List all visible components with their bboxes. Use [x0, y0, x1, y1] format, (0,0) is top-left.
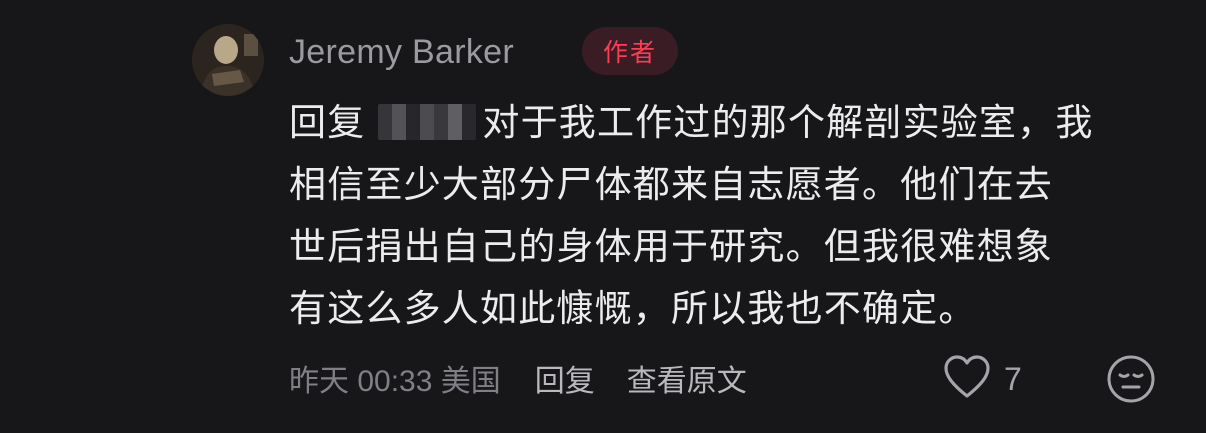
comment-footer: 昨天 00:33 美国 回复 查看原文 — [289, 354, 747, 402]
mention-username-redacted[interactable] — [378, 103, 477, 140]
comment-item: Jeremy Barker 作者 回复 对于我工作过的那个解剖实验室，我 相信至… — [0, 0, 1206, 433]
comment-line-2: 相信至少大部分尸体都来自志愿者。他们在去 — [289, 163, 1053, 206]
reply-prefix: 回复 — [289, 101, 366, 144]
reply-button[interactable]: 回复 — [535, 356, 595, 400]
comment-line-4: 有这么多人如此慷慨，所以我也不确定。 — [289, 287, 977, 330]
comment-text: 对于我工作过的那个解剖实验室，我 — [482, 101, 1094, 144]
comment-line-3: 世后捐出自己的身体用于研究。但我很难想象 — [289, 225, 1053, 268]
timestamp: 昨天 00:33 美国 — [289, 365, 501, 398]
avatar[interactable] — [192, 24, 264, 96]
like-count: 7 — [1004, 360, 1022, 397]
author-name[interactable]: Jeremy Barker — [289, 30, 514, 74]
view-original-button[interactable]: 查看原文 — [627, 356, 747, 400]
face-emoji-icon[interactable] — [1106, 354, 1156, 404]
comment-body: 回复 对于我工作过的那个解剖实验室，我 相信至少大部分尸体都来自志愿者。他们在去… — [289, 92, 1179, 340]
like-button[interactable]: 7 — [942, 352, 1022, 406]
author-badge: 作者 — [582, 27, 678, 75]
comment-line-1: 回复 对于我工作过的那个解剖实验室，我 — [289, 92, 1179, 154]
heart-outline-icon — [942, 354, 992, 404]
